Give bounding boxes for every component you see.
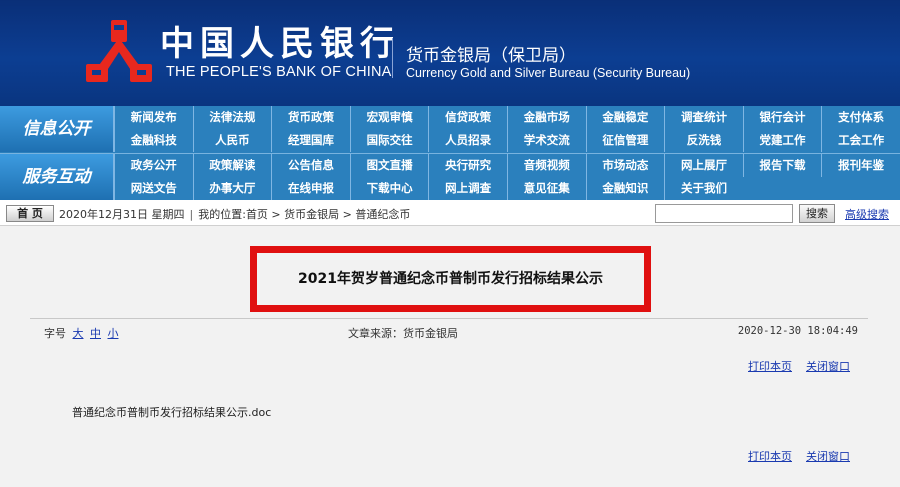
nav-item[interactable]: 人员招录 xyxy=(428,129,507,152)
nav-item[interactable]: 人民币 xyxy=(192,129,272,152)
article-title-highlight: 2021年贺岁普通纪念币普制币发行招标结果公示 xyxy=(250,246,651,312)
nav-item[interactable]: 市场动态 xyxy=(585,154,665,177)
close-window-link[interactable]: 关闭窗口 xyxy=(806,450,850,463)
nav-item[interactable]: 图文直播 xyxy=(349,154,429,177)
breadcrumb-path[interactable]: 首页 > 货币金银局 > 普通纪念币 xyxy=(246,208,410,221)
nav-item[interactable]: 政策解读 xyxy=(192,154,272,177)
nav-item[interactable]: 音频视频 xyxy=(506,154,586,177)
nav-row: 金融科技 人民币 经理国库 国际交往 人员招录 学术交流 征信管理 反洗钱 党建… xyxy=(114,129,900,152)
nav-item[interactable]: 征信管理 xyxy=(585,129,665,152)
nav-item[interactable]: 金融科技 xyxy=(114,129,193,152)
nav-item[interactable]: 支付体系 xyxy=(821,106,900,129)
nav-item[interactable]: 政务公开 xyxy=(114,154,193,177)
nav-item[interactable]: 信贷政策 xyxy=(428,106,507,129)
current-date: 2020年12月31日 星期四 xyxy=(59,208,185,221)
nav-item[interactable]: 公告信息 xyxy=(271,154,350,177)
home-button[interactable]: 首 页 xyxy=(6,205,54,222)
nav-group-title[interactable]: 服务互动 xyxy=(0,154,114,200)
nav-item[interactable]: 报告下载 xyxy=(742,154,822,177)
divider: | xyxy=(189,208,194,221)
nav-item[interactable]: 调查统计 xyxy=(664,106,743,129)
nav-item[interactable]: 在线申报 xyxy=(271,177,350,200)
nav-item[interactable]: 网上展厅 xyxy=(664,154,743,177)
bank-name-cn: 中国人民银行 xyxy=(160,24,400,64)
article-title: 2021年贺岁普通纪念币普制币发行招标结果公示 xyxy=(298,271,603,287)
article-timestamp: 2020-12-30 18:04:49 xyxy=(737,325,858,337)
font-size-small[interactable]: 小 xyxy=(108,327,119,340)
nav-item[interactable]: 关于我们 xyxy=(664,177,743,200)
font-size-controls: 字号 大 中 小 xyxy=(44,325,119,341)
breadcrumb: 2020年12月31日 星期四 | 我的位置:首页 > 货币金银局 > 普通纪念币 xyxy=(59,206,410,222)
search-input[interactable] xyxy=(655,204,793,223)
nav-item[interactable]: 学术交流 xyxy=(506,129,586,152)
nav-item[interactable]: 宏观审慎 xyxy=(349,106,429,129)
bureau-name-cn: 货币金银局（保卫局） xyxy=(406,46,576,66)
print-page-link[interactable]: 打印本页 xyxy=(748,360,792,373)
nav-item[interactable]: 反洗钱 xyxy=(664,129,743,152)
nav-item[interactable]: 新闻发布 xyxy=(114,106,193,129)
nav-item[interactable]: 法律法规 xyxy=(192,106,272,129)
nav-row: 政务公开 政策解读 公告信息 图文直播 央行研究 音频视频 市场动态 网上展厅 … xyxy=(114,154,900,177)
breadcrumb-bar: 首 页 2020年12月31日 星期四 | 我的位置:首页 > 货币金银局 > 普通… xyxy=(0,200,900,226)
bank-name-en: THE PEOPLE'S BANK OF CHINA xyxy=(166,64,392,80)
nav-item[interactable]: 办事大厅 xyxy=(192,177,272,200)
nav-group-info: 信息公开 新闻发布 法律法规 货币政策 宏观审慎 信贷政策 金融市场 金融稳定 … xyxy=(0,106,900,153)
search-button[interactable]: 搜索 xyxy=(799,204,835,223)
location-prefix: 我的位置: xyxy=(198,208,246,221)
close-window-link[interactable]: 关闭窗口 xyxy=(806,360,850,373)
nav-group-service: 服务互动 政务公开 政策解读 公告信息 图文直播 央行研究 音频视频 市场动态 … xyxy=(0,153,900,200)
nav-item[interactable]: 网上调查 xyxy=(428,177,507,200)
nav-item[interactable]: 货币政策 xyxy=(271,106,350,129)
print-page-link[interactable]: 打印本页 xyxy=(748,450,792,463)
nav-item[interactable]: 金融市场 xyxy=(506,106,586,129)
nav-item[interactable]: 银行会计 xyxy=(742,106,822,129)
page: 中国人民银行 THE PEOPLE'S BANK OF CHINA 货币金银局（… xyxy=(0,0,900,487)
nav-item[interactable]: 国际交往 xyxy=(349,129,429,152)
nav-item[interactable]: 工会工作 xyxy=(821,129,900,152)
nav-group-title[interactable]: 信息公开 xyxy=(0,106,114,152)
nav-item[interactable]: 金融稳定 xyxy=(585,106,665,129)
pboc-logo-icon xyxy=(86,20,152,82)
article-meta: 字号 大 中 小 文章来源：货币金银局 2020-12-30 18:04:49 xyxy=(30,318,868,344)
page-actions-bottom: 打印本页 关闭窗口 xyxy=(748,448,850,464)
article-source: 文章来源：货币金银局 xyxy=(348,327,458,340)
nav-item[interactable]: 下载中心 xyxy=(349,177,429,200)
nav-item[interactable]: 网送文告 xyxy=(114,177,193,200)
header-divider xyxy=(392,38,393,78)
main-nav: 信息公开 新闻发布 法律法规 货币政策 宏观审慎 信贷政策 金融市场 金融稳定 … xyxy=(0,106,900,200)
nav-item[interactable]: 央行研究 xyxy=(428,154,507,177)
nav-row: 网送文告 办事大厅 在线申报 下载中心 网上调查 意见征集 金融知识 关于我们 xyxy=(114,177,900,200)
page-actions-top: 打印本页 关闭窗口 xyxy=(748,358,850,374)
font-size-large[interactable]: 大 xyxy=(73,327,84,340)
font-size-medium[interactable]: 中 xyxy=(90,327,101,340)
nav-item[interactable]: 意见征集 xyxy=(506,177,586,200)
nav-item[interactable]: 金融知识 xyxy=(585,177,665,200)
nav-item[interactable]: 党建工作 xyxy=(742,129,822,152)
nav-item[interactable]: 报刊年鉴 xyxy=(821,154,900,177)
advanced-search-link[interactable]: 高级搜索 xyxy=(845,206,889,222)
header-banner: 中国人民银行 THE PEOPLE'S BANK OF CHINA 货币金银局（… xyxy=(0,0,900,106)
attachment-link[interactable]: 普通纪念币普制币发行招标结果公示.doc xyxy=(72,404,271,420)
nav-row: 新闻发布 法律法规 货币政策 宏观审慎 信贷政策 金融市场 金融稳定 调查统计 … xyxy=(114,106,900,129)
nav-item[interactable]: 经理国库 xyxy=(271,129,350,152)
font-size-label: 字号 xyxy=(44,327,66,340)
bureau-name-en: Currency Gold and Silver Bureau (Securit… xyxy=(406,66,691,80)
